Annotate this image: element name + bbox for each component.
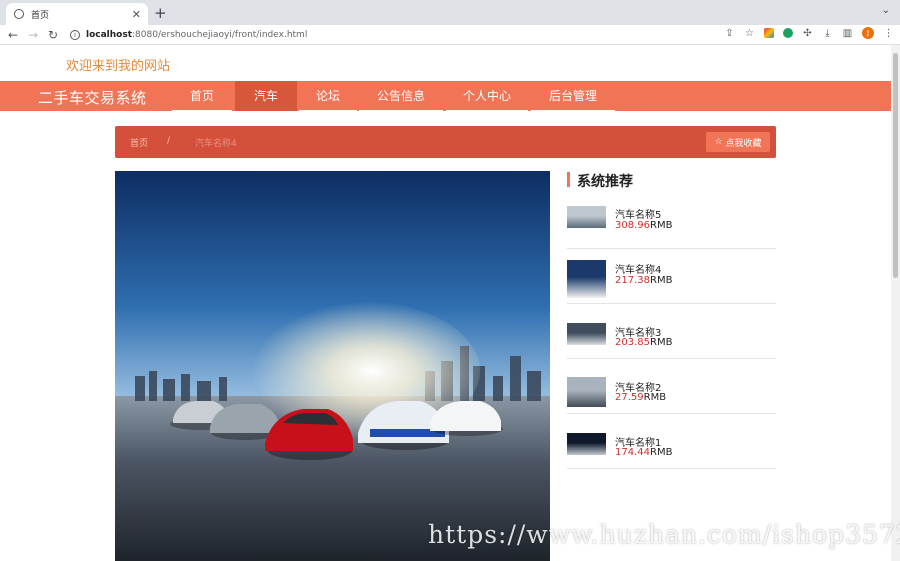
- forward-arrow-icon[interactable]: →: [23, 28, 43, 42]
- price-value: 27.59: [615, 392, 644, 403]
- car-thumbnail[interactable]: [567, 377, 606, 407]
- nav-underline: [531, 110, 615, 111]
- nav-announcements[interactable]: 公告信息: [359, 81, 443, 111]
- car-price: 27.59RMB: [615, 392, 666, 403]
- car-name[interactable]: 汽车名称4: [615, 261, 661, 276]
- price-currency: RMB: [650, 275, 673, 286]
- breadcrumb-separator: /: [167, 136, 171, 146]
- car-price: 217.38RMB: [615, 275, 672, 286]
- extension-icon[interactable]: [764, 28, 774, 38]
- scroll-thumb[interactable]: [893, 53, 898, 278]
- welcome-text: 欢迎来到我的网站: [66, 59, 171, 74]
- main-navbar: 二手车交易系统 首页 汽车 论坛 公告信息 个人中心 后台管理: [0, 81, 891, 111]
- nav-underline: [446, 110, 528, 111]
- puzzle-icon[interactable]: ✣: [802, 28, 813, 39]
- back-arrow-icon[interactable]: ←: [3, 28, 23, 42]
- price-currency: RMB: [643, 392, 667, 403]
- price-currency: RMB: [650, 337, 673, 348]
- watermark-text: https://www.huzhan.com/ishop3572: [428, 520, 900, 549]
- car-photo: [115, 171, 550, 561]
- close-icon[interactable]: ✕: [132, 8, 141, 21]
- price-value: 203.85: [615, 337, 650, 348]
- url-path: :8080/ershouchejiaoyi/front/index.html: [132, 29, 308, 40]
- tab-title: 首页: [31, 10, 50, 21]
- recommend-item[interactable]: 汽车名称4 217.38RMB: [567, 249, 776, 304]
- favorite-button[interactable]: ☆ 点我收藏: [706, 132, 770, 152]
- nav-cars[interactable]: 汽车: [235, 81, 297, 111]
- recommend-item[interactable]: 汽车名称5 308.96RMB: [567, 194, 776, 249]
- avatar[interactable]: J: [862, 27, 874, 39]
- url-field[interactable]: i localhost:8080/ershouchejiaoyi/front/i…: [62, 26, 762, 43]
- recommend-item[interactable]: 汽车名称1 174.44RMB: [567, 414, 776, 469]
- page-scrollbar[interactable]: [891, 45, 900, 561]
- globe-icon: [14, 9, 24, 19]
- nav-underline: [359, 110, 443, 111]
- breadcrumb: 首页 / 汽车名称4 ☆ 点我收藏: [115, 126, 776, 158]
- url-text: localhost:8080/ershouchejiaoyi/front/ind…: [86, 30, 307, 40]
- breadcrumb-current: 汽车名称4: [195, 139, 237, 149]
- breadcrumb-home[interactable]: 首页: [130, 136, 148, 149]
- nav-underline: [172, 110, 232, 111]
- car-hero-image: [115, 171, 550, 561]
- price-currency: RMB: [650, 220, 673, 231]
- url-host: localhost: [86, 29, 133, 40]
- car-price: 174.44RMB: [615, 447, 672, 458]
- car-price: 203.85RMB: [615, 337, 672, 348]
- chrome-divider: [0, 44, 900, 45]
- car-name[interactable]: 汽车名称5: [615, 206, 661, 221]
- nav-forum[interactable]: 论坛: [299, 81, 357, 111]
- recommend-item[interactable]: 汽车名称2 27.59RMB: [567, 359, 776, 414]
- recommend-title: 系统推荐: [577, 174, 633, 190]
- price-value: 308.96: [615, 220, 650, 231]
- star-icon[interactable]: ☆: [744, 28, 755, 39]
- car-price: 308.96RMB: [615, 220, 672, 231]
- new-tab-icon[interactable]: +: [154, 4, 167, 22]
- side-panel-icon[interactable]: ▥: [842, 28, 853, 39]
- recommend-item[interactable]: 汽车名称3 203.85RMB: [567, 304, 776, 359]
- reload-icon[interactable]: ↻: [43, 28, 63, 42]
- car-thumbnail[interactable]: [567, 323, 606, 345]
- download-icon[interactable]: ⤓: [822, 28, 833, 39]
- kebab-menu-icon[interactable]: ⋮: [883, 28, 894, 39]
- address-bar: ← → ↻ i localhost:8080/ershouchejiaoyi/f…: [0, 25, 900, 44]
- star-outline-icon: ☆: [714, 137, 723, 147]
- share-icon[interactable]: ⇪: [724, 28, 735, 39]
- chevron-down-icon[interactable]: ⌄: [882, 5, 890, 16]
- price-value: 174.44: [615, 447, 650, 458]
- favorite-label: 点我收藏: [725, 138, 762, 149]
- browser-tab-strip: 首页 ✕ + ⌄: [0, 0, 900, 25]
- car-thumbnail[interactable]: [567, 260, 606, 298]
- car-thumbnail[interactable]: [567, 433, 606, 455]
- price-value: 217.38: [615, 275, 650, 286]
- price-currency: RMB: [650, 447, 673, 458]
- nav-home[interactable]: 首页: [172, 81, 232, 111]
- extension-green-icon[interactable]: [783, 28, 793, 38]
- nav-underline: [299, 110, 357, 111]
- nav-profile[interactable]: 个人中心: [446, 81, 528, 111]
- browser-tab[interactable]: 首页 ✕: [6, 3, 148, 25]
- site-title[interactable]: 二手车交易系统: [38, 87, 147, 108]
- info-icon[interactable]: i: [70, 29, 80, 40]
- car-thumbnail[interactable]: [567, 206, 606, 228]
- section-accent-bar: [567, 172, 570, 187]
- nav-admin[interactable]: 后台管理: [531, 81, 615, 111]
